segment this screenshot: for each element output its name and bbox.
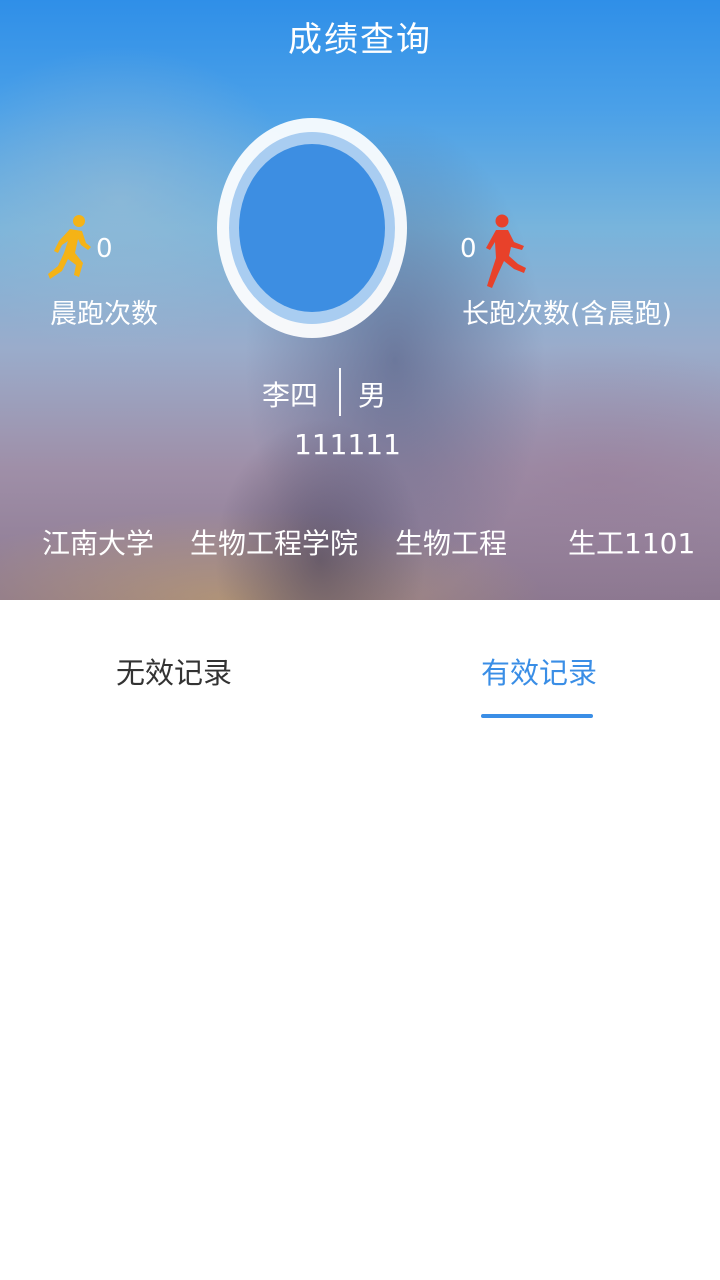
student-name: 李四 xyxy=(262,379,319,412)
university-name: 江南大学 xyxy=(42,527,155,560)
score-ring-center xyxy=(239,144,385,312)
major-name: 生物工程 xyxy=(395,527,508,560)
active-tab-indicator xyxy=(481,714,593,718)
tab-invalid-records[interactable]: 无效记录 xyxy=(116,650,232,692)
long-run-label: 长跑次数(含晨跑) xyxy=(462,299,673,330)
red-runner-icon xyxy=(486,214,526,288)
records-list-area xyxy=(0,730,720,1280)
tab-valid-records[interactable]: 有效记录 xyxy=(481,650,597,692)
morning-run-count: 0 xyxy=(96,234,113,264)
class-name: 生工1101 xyxy=(568,527,696,560)
name-gender-divider xyxy=(339,368,341,416)
morning-run-label: 晨跑次数 xyxy=(50,299,158,330)
page-title: 成绩查询 xyxy=(288,20,432,60)
long-run-count: 0 xyxy=(460,234,477,264)
profile-header-banner: 成绩查询 0 晨跑次数 0 长跑次数(含晨跑) 李四 男 111111 江南大学… xyxy=(0,0,720,600)
yellow-runner-icon xyxy=(48,215,91,279)
college-name: 生物工程学院 xyxy=(190,527,359,560)
student-gender: 男 xyxy=(358,379,387,412)
student-id: 111111 xyxy=(294,428,401,461)
